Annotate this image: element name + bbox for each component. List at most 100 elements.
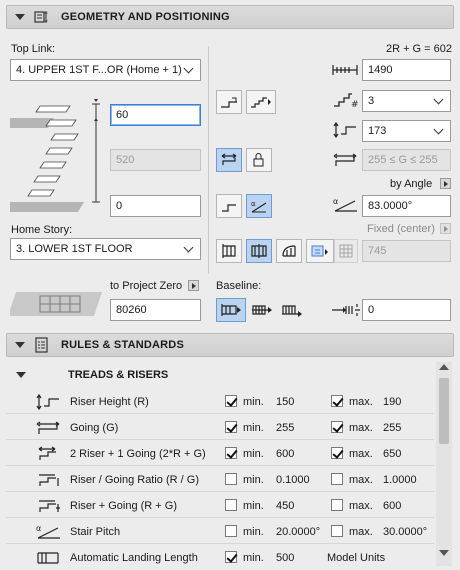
geometry-section-header[interactable]: GEOMETRY AND POSITIONING xyxy=(6,5,454,29)
rule-max-value[interactable]: 650 xyxy=(383,448,401,460)
by-angle-options-arrow[interactable] xyxy=(440,178,451,189)
top-offset-input[interactable]: 60 xyxy=(110,104,201,126)
bottom-offset-input[interactable]: 0 xyxy=(110,195,201,217)
rules-title: RULES & STANDARDS xyxy=(61,339,184,351)
two-riser-going-icon xyxy=(38,446,56,460)
max-label: max. xyxy=(349,448,373,460)
rule-max-checkbox[interactable] xyxy=(331,525,343,537)
angle-mode-button[interactable]: α xyxy=(246,194,272,218)
rules-section-header[interactable]: RULES & STANDARDS xyxy=(6,333,454,357)
rule-max-value[interactable]: 255 xyxy=(383,422,401,434)
going-icon xyxy=(221,153,237,165)
riser-height-value: 173 xyxy=(368,125,387,137)
align-left-button[interactable] xyxy=(216,239,242,263)
custom-align-button[interactable] xyxy=(306,239,334,263)
align-right-button[interactable] xyxy=(276,239,302,263)
by-angle-label: by Angle xyxy=(390,178,433,190)
stair-formula: 2R + G = 602 xyxy=(385,43,452,55)
risers-number-value: 3 xyxy=(368,95,375,107)
going-lock-button[interactable] xyxy=(216,148,242,172)
floor-plan-illustration xyxy=(10,292,102,316)
rule-max-value[interactable]: 190 xyxy=(383,396,401,408)
rules-icon xyxy=(35,337,48,353)
chevron-down-icon xyxy=(183,63,194,73)
rule-min-value[interactable]: 500 xyxy=(276,552,294,564)
column-divider xyxy=(208,46,209,274)
rule-name: Going (G) xyxy=(70,422,119,434)
rules-scroll-thumb[interactable] xyxy=(439,378,449,444)
riser-lock-button[interactable] xyxy=(246,148,272,172)
stair-shape-button[interactable] xyxy=(246,90,276,114)
rule-max-checkbox[interactable] xyxy=(331,499,343,511)
flight-type-button[interactable] xyxy=(216,90,242,114)
rule-min-value[interactable]: 20.0000° xyxy=(276,526,320,538)
rule-name: 2 Riser + 1 Going (2*R + G) xyxy=(70,448,206,460)
rule-min-checkbox[interactable] xyxy=(225,395,237,407)
going-range-icon xyxy=(333,153,357,166)
max-label: max. xyxy=(349,526,373,538)
baseline-right-button[interactable] xyxy=(278,298,306,322)
baseline-left-button[interactable] xyxy=(216,298,246,322)
row-divider xyxy=(6,439,434,440)
top-link-label: Top Link: xyxy=(11,43,56,55)
stair-angle-input[interactable]: 83.0000° xyxy=(362,195,451,217)
rule-name: Riser + Going (R + G) xyxy=(70,500,177,512)
top-link-value: 4. UPPER 1ST F...OR (Home + 1) xyxy=(16,64,182,76)
rule-min-value[interactable]: 450 xyxy=(276,500,294,512)
rule-min-checkbox[interactable] xyxy=(225,421,237,433)
baseline-offset-input[interactable]: 0 xyxy=(362,299,451,321)
home-story-label: Home Story: xyxy=(11,224,73,236)
project-zero-options-arrow[interactable] xyxy=(188,280,199,291)
min-label: min. xyxy=(243,526,264,538)
project-zero-input[interactable]: 80260 xyxy=(110,299,201,321)
home-story-select[interactable]: 3. LOWER 1ST FLOOR xyxy=(10,238,201,260)
rule-max-checkbox[interactable] xyxy=(331,447,343,459)
rule-min-checkbox[interactable] xyxy=(225,499,237,511)
riser-height-select[interactable]: 173 xyxy=(362,120,451,142)
rule-min-checkbox[interactable] xyxy=(225,447,237,459)
rule-name: Riser Height (R) xyxy=(70,396,149,408)
rule-max-value[interactable]: 600 xyxy=(383,500,401,512)
collapse-triangle-icon[interactable] xyxy=(15,342,25,348)
pitch-mode-button[interactable] xyxy=(216,194,242,218)
risers-number-select[interactable]: 3 xyxy=(362,90,451,112)
baseline-center-button[interactable] xyxy=(248,298,276,322)
geometry-title: GEOMETRY AND POSITIONING xyxy=(61,11,230,23)
align-right-icon xyxy=(282,245,296,257)
scroll-up-icon[interactable] xyxy=(439,364,449,370)
rule-min-value[interactable]: 600 xyxy=(276,448,294,460)
risers-number-icon: # xyxy=(334,93,359,108)
chevron-down-icon xyxy=(433,124,444,134)
scroll-down-icon[interactable] xyxy=(439,550,449,556)
baseline-label: Baseline: xyxy=(216,280,262,292)
rule-min-value[interactable]: 255 xyxy=(276,422,294,434)
max-label: max. xyxy=(349,396,373,408)
total-length-input[interactable]: 1490 xyxy=(362,59,451,81)
rule-min-value[interactable]: 0.1000 xyxy=(276,474,310,486)
min-label: min. xyxy=(243,448,264,460)
row-divider xyxy=(6,413,434,414)
rule-max-checkbox[interactable] xyxy=(331,395,343,407)
max-label: max. xyxy=(349,474,373,486)
rule-min-value[interactable]: 150 xyxy=(276,396,294,408)
group-collapse-icon[interactable] xyxy=(16,372,26,378)
rule-min-checkbox[interactable] xyxy=(225,473,237,485)
rule-max-value[interactable]: 30.0000° xyxy=(383,526,427,538)
rule-max-value[interactable]: 1.0000 xyxy=(383,474,417,486)
riser-plus-going-icon xyxy=(39,500,60,512)
align-center-button[interactable] xyxy=(246,239,272,263)
total-length-icon xyxy=(332,65,358,75)
min-label: min. xyxy=(243,396,264,408)
rule-min-checkbox[interactable] xyxy=(225,525,237,537)
rule-min-checkbox[interactable] xyxy=(225,551,237,563)
rule-units-label: Model Units xyxy=(327,552,386,564)
align-left-icon xyxy=(222,244,236,258)
rule-max-checkbox[interactable] xyxy=(331,473,343,485)
row-divider xyxy=(6,491,434,492)
riser-lock-icon xyxy=(253,153,264,167)
angle-icon: α xyxy=(251,200,267,213)
top-link-select[interactable]: 4. UPPER 1ST F...OR (Home + 1) xyxy=(10,59,201,81)
svg-text:α: α xyxy=(36,524,41,533)
rule-max-checkbox[interactable] xyxy=(331,421,343,433)
collapse-triangle-icon[interactable] xyxy=(15,14,25,20)
